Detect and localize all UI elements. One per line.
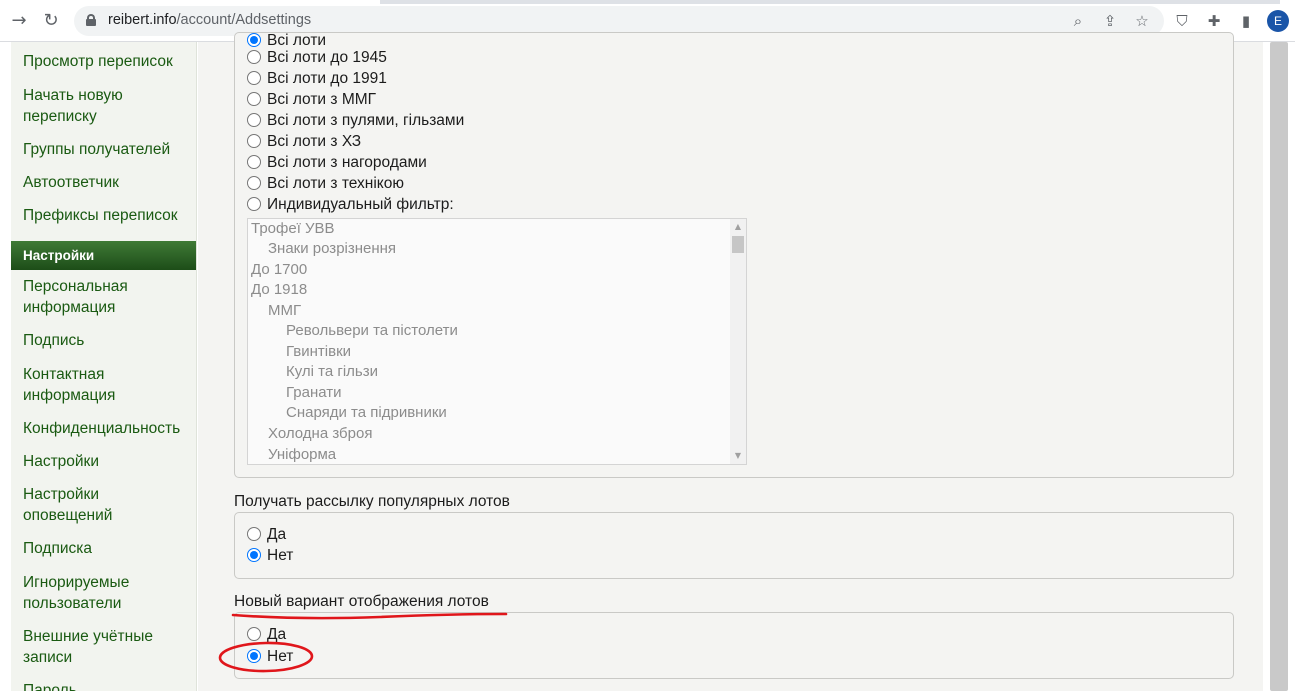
extension-shield-icon[interactable]: ⛉ — [1172, 11, 1192, 31]
annotation-overlay — [218, 612, 508, 673]
url-host: reibert.info — [108, 12, 177, 28]
lock-icon[interactable] — [86, 14, 96, 26]
share-icon[interactable]: ⇪ — [1100, 11, 1120, 31]
annotation-underline — [231, 612, 508, 620]
side-panel-icon[interactable]: ▮ — [1236, 11, 1256, 31]
extensions-puzzle-icon[interactable]: ✚ — [1204, 11, 1224, 31]
page: Просмотр переписок Начать новую переписк… — [0, 32, 1295, 691]
reload-icon[interactable]: ↻ — [40, 10, 62, 32]
bookmark-star-icon[interactable]: ☆ — [1132, 11, 1152, 31]
annotation-circle — [218, 641, 314, 673]
tab-strip — [380, 0, 1280, 4]
profile-avatar[interactable]: E — [1267, 10, 1289, 32]
url-path: /account/Addsettings — [176, 12, 312, 28]
url-text[interactable]: reibert.info/account/Addsettings — [108, 12, 311, 28]
forward-arrow-icon[interactable]: → — [8, 10, 30, 32]
zoom-icon[interactable]: ⌕ — [1068, 11, 1088, 31]
